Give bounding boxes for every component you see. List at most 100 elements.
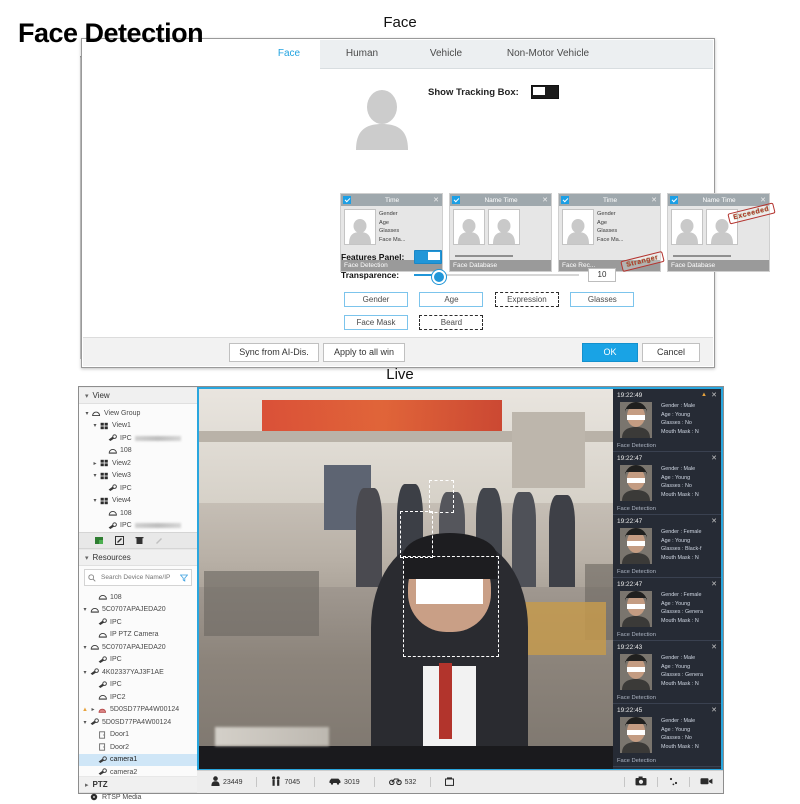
attr-button-glasses[interactable]: Glasses [570,292,635,307]
face-capture-card[interactable]: 19:22:47 ✕ Gender : Male Age : Young Glasses… [613,452,721,515]
close-icon[interactable]: ✕ [711,391,717,399]
twisty-icon[interactable]: ▾ [81,669,89,676]
tree-item-door1[interactable]: Door1 [79,729,197,742]
tree-item-view1[interactable]: ▾ View1 [79,420,197,433]
tree-item-5c0707apajeda20[interactable]: ▾ 5C0707APAJEDA20 [79,641,197,654]
face-capture-card[interactable]: 19:22:43 ✕ Gender : Male Age : Young Glasses… [613,641,721,704]
tree-item-5c0707apajeda20[interactable]: ▾ 5C0707APAJEDA20 [79,604,197,617]
tree-item-ipc[interactable]: IPC [79,616,197,629]
face-capture-card[interactable]: 19:22:45 ✕ Gender : Male Age : Young Glasses… [613,704,721,767]
twisty-icon[interactable]: ▾ [81,606,89,613]
twisty-icon[interactable]: ▾ [91,422,99,429]
close-icon[interactable]: ✕ [711,643,717,651]
tree-item-view2[interactable]: ▸ View2 [79,457,197,470]
attr-button-beard[interactable]: Beard [419,315,484,330]
face-panel-database-2[interactable]: Name Time ✕ Face Database Exceeded [667,193,776,272]
ok-button[interactable]: OK [582,343,638,362]
counter-human-body[interactable]: 7045 [257,776,314,788]
attr-button-face-mask[interactable]: Face Mask [344,315,408,330]
filter-icon[interactable] [179,569,189,587]
tree-item-108[interactable]: 108 [79,445,197,458]
attr-button-gender[interactable]: Gender [344,292,408,307]
counter-non-motor[interactable]: 532 [375,777,431,787]
tree-item-108[interactable]: 108 [79,507,197,520]
twisty-icon[interactable]: ▾ [83,410,91,417]
view-tree[interactable]: ▾ View Group ▾ View1 IPC 108 ▸ View2 ▾ View3 IPC ▾ V… [79,404,197,532]
tree-item-ipc[interactable]: IPC [79,482,197,495]
face-capture-list[interactable]: 19:22:49 ▲ ✕ Gender : Male Age : Young Glasse… [613,389,721,769]
attr-button-age[interactable]: Age [419,292,484,307]
tree-item-108[interactable]: 108 [79,591,197,604]
face-panel-database-1[interactable]: Name Time ✕ Face Database [449,193,552,272]
close-icon[interactable]: ✕ [433,196,440,204]
transparence-slider[interactable] [414,269,579,284]
delete-view-icon[interactable] [135,532,144,550]
tree-item-4k02337yaj3f1ae[interactable]: ▾ 4K02337YAJ3F1AE [79,666,197,679]
tab-human[interactable]: Human [320,40,404,68]
slider-knob[interactable] [432,270,446,284]
tab-face[interactable]: Face [258,40,320,69]
face-card-attribute: Gender : Female [661,529,702,535]
face-capture-card[interactable]: 19:22:47 ✕ Gender : Female Age : Young Glass… [613,578,721,641]
tree-item-camera1[interactable]: camera1 [79,753,197,766]
twisty-icon[interactable]: ▾ [91,497,99,504]
transparence-value[interactable]: 10 [588,268,616,282]
sidebar-section-ptz[interactable]: ▸ PTZ [79,776,197,793]
features-panel-toggle[interactable] [414,250,442,264]
twisty-icon[interactable]: ▾ [91,472,99,479]
tree-item-5d0sd77pa4w00124[interactable]: ▲ ▸ 5D0SD77PA4W00124 [79,704,197,717]
close-icon[interactable]: ✕ [542,196,549,204]
panel-checkbox[interactable] [343,196,351,204]
counter-vehicle[interactable]: 3019 [315,777,374,787]
device-search-row[interactable] [84,569,192,586]
tree-item-door2[interactable]: Door2 [79,741,197,754]
sync-from-ai-dis-button[interactable]: Sync from AI-Dis. [229,343,319,362]
tree-item-5d0sd77pa4w00124[interactable]: ▾ 5D0SD77PA4W00124 [79,716,197,729]
counter-archive[interactable] [431,776,471,788]
counter-person[interactable]: 23449 [197,776,256,788]
face-card-attribute: Mouth Mask : N [661,680,699,687]
twisty-icon[interactable]: ▸ [91,460,99,467]
show-tracking-box-toggle[interactable] [530,85,559,99]
tree-item-view3[interactable]: ▾ View3 [79,470,197,483]
twisty-icon[interactable]: ▸ [89,706,97,713]
more-icon[interactable] [155,532,164,550]
tree-item-ipc[interactable]: IPC [79,654,197,667]
tree-item-ipc2[interactable]: IPC2 [79,691,197,704]
tab-vehicle[interactable]: Vehicle [404,40,488,68]
panel-checkbox[interactable] [452,196,460,204]
face-capture-card[interactable]: 19:22:49 ▲ ✕ Gender : Male Age : Young Glasse… [613,389,721,452]
close-icon[interactable]: ✕ [651,196,658,204]
attr-button-expression[interactable]: Expression [494,292,559,307]
face-capture-card[interactable]: 19:22:47 ✕ Gender : Female Age : Young Glass… [613,515,721,578]
panel-checkbox[interactable] [561,196,569,204]
close-icon[interactable]: ✕ [711,517,717,525]
tree-item-ipc[interactable]: IPC [79,520,197,533]
close-icon[interactable]: ✕ [711,706,717,714]
tree-item-ipc[interactable]: IPC [79,679,197,692]
record-icon[interactable] [700,773,713,791]
resources-tree[interactable]: 108 ▾ 5C0707APAJEDA20 IPC IP PTZ Camera ▾ 5C07… [79,588,197,804]
twisty-icon[interactable]: ▾ [81,719,89,726]
new-view-icon[interactable] [95,532,104,550]
apply-to-all-win-button[interactable]: Apply to all win [323,343,405,362]
search-input[interactable] [99,573,177,582]
zoom-icon[interactable] [668,773,679,791]
snapshot-icon[interactable] [635,773,647,791]
live-video-view[interactable]: 29° 19:22:49▲✕Gender : MaleAge : YoungGl… [197,387,723,771]
tree-item-view-group[interactable]: ▾ View Group [79,407,197,420]
close-icon[interactable]: ✕ [711,580,717,588]
tree-item-view4[interactable]: ▾ View4 [79,495,197,508]
twisty-icon[interactable]: ▾ [81,644,89,651]
sidebar-section-resources[interactable]: ▾ Resources [79,549,197,566]
edit-view-icon[interactable] [115,532,124,550]
sidebar-section-view[interactable]: ▾ View [79,387,197,404]
tree-item-ipc[interactable]: IPC [79,432,197,445]
face-panel-recognition[interactable]: Time ✕ Gender Age Glasses Face Ma... Fac… [558,193,665,273]
close-icon[interactable]: ✕ [760,196,767,204]
tree-item-ip-ptz-camera[interactable]: IP PTZ Camera [79,629,197,642]
tab-non-motor-vehicle[interactable]: Non-Motor Vehicle [488,40,608,68]
close-icon[interactable]: ✕ [711,454,717,462]
panel-checkbox[interactable] [670,196,678,204]
cancel-button[interactable]: Cancel [642,343,700,362]
